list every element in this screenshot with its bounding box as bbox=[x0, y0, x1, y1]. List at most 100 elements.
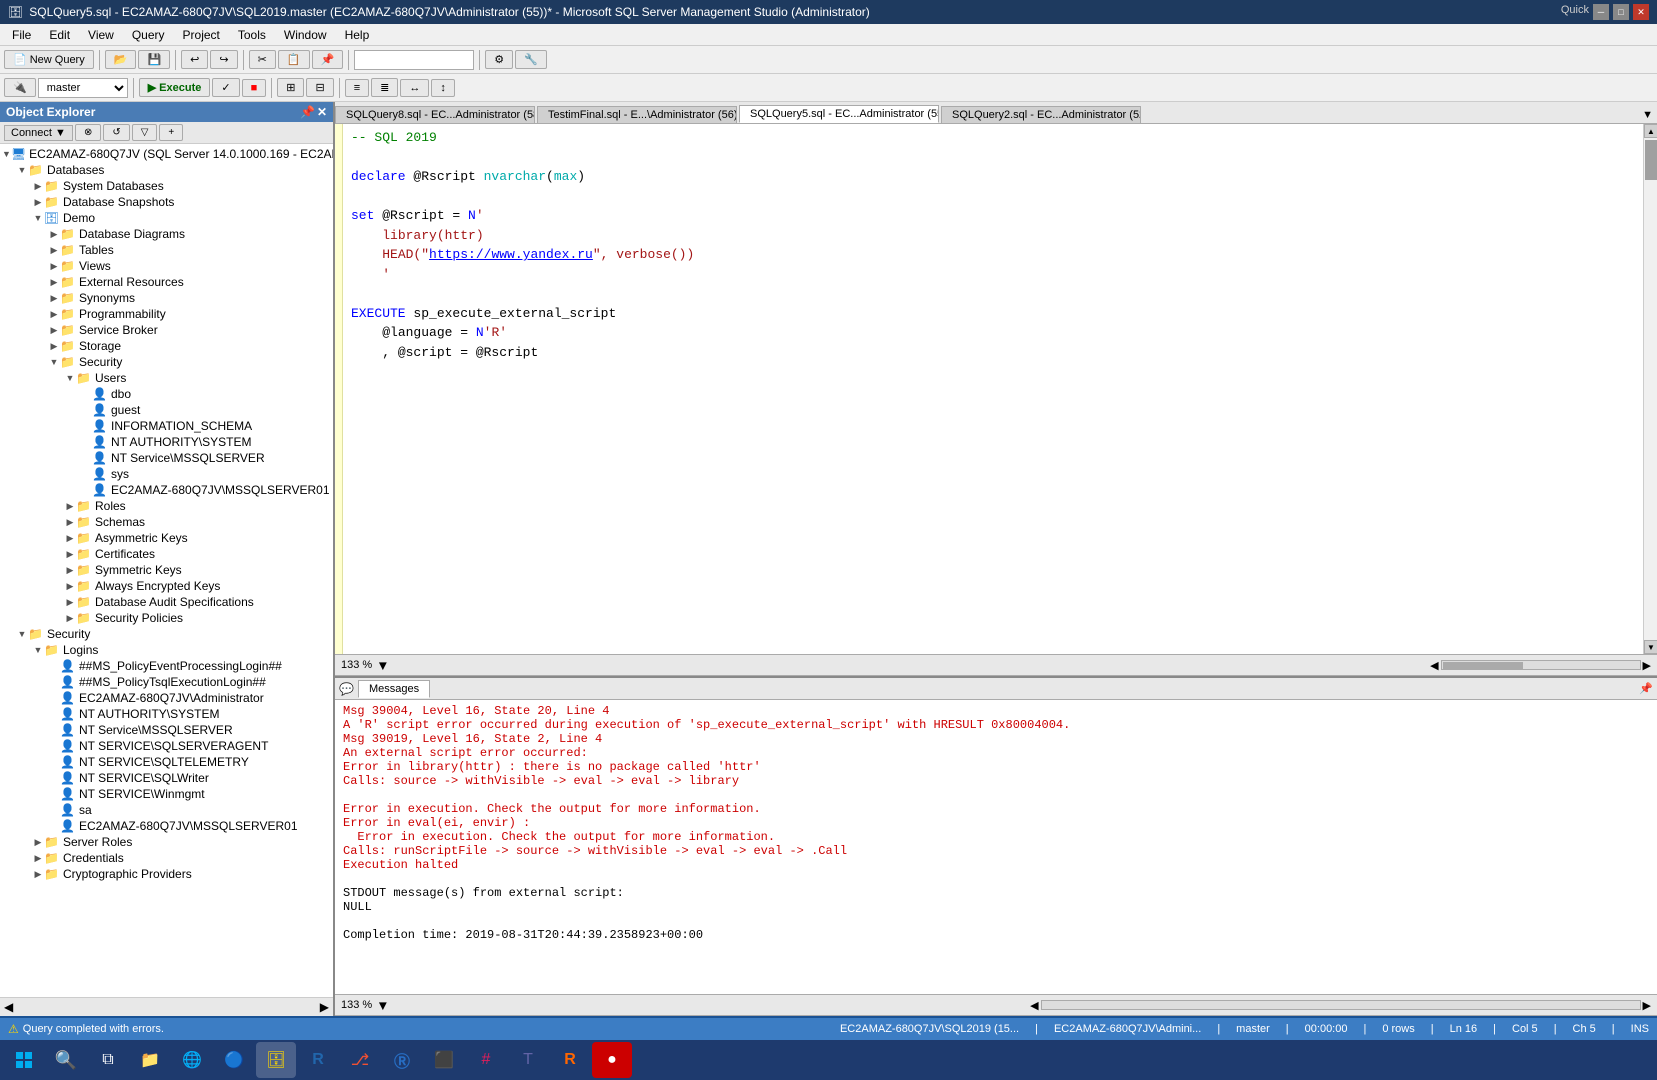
tab-testim[interactable]: TestimFinal.sql - E...\Administrator (56… bbox=[537, 106, 737, 123]
oe-nav-right[interactable]: ▶ bbox=[320, 1000, 329, 1014]
zoom2-dropdown-btn[interactable]: ▼ bbox=[376, 998, 389, 1013]
scroll-thumb[interactable] bbox=[1645, 140, 1657, 180]
taskbar-edge-btn[interactable]: 🌐 bbox=[172, 1042, 212, 1078]
tree-node-login-ms-policy[interactable]: ▶ 👤 ##MS_PolicyEventProcessingLogin## bbox=[0, 658, 333, 674]
expand-server[interactable]: ▼ bbox=[2, 149, 11, 159]
taskbar-r-console-btn[interactable]: R bbox=[298, 1042, 338, 1078]
tree-node-asymmetric-keys[interactable]: ▶ 📁 Asymmetric Keys bbox=[0, 530, 333, 546]
menu-edit[interactable]: Edit bbox=[41, 26, 78, 44]
taskbar-explorer-btn[interactable]: 📁 bbox=[130, 1042, 170, 1078]
horiz-scroll2[interactable]: ◀ ▶ bbox=[1030, 999, 1651, 1012]
taskbar-red-btn[interactable]: ● bbox=[592, 1042, 632, 1078]
tree-node-login-ec2-admin[interactable]: ▶ 👤 EC2AMAZ-680Q7JV\Administrator bbox=[0, 690, 333, 706]
tree-node-logins[interactable]: ▼ 📁 Logins bbox=[0, 642, 333, 658]
misc-btn2[interactable]: 🔧 bbox=[515, 50, 547, 69]
expand-views[interactable]: ▶ bbox=[48, 261, 60, 272]
expand-service-broker[interactable]: ▶ bbox=[48, 325, 60, 336]
tree-node-login-sqlserveragent[interactable]: ▶ 👤 NT SERVICE\SQLSERVERAGENT bbox=[0, 738, 333, 754]
horiz-scroll-right[interactable]: ▶ bbox=[1643, 659, 1651, 672]
expand-system-dbs[interactable]: ▶ bbox=[32, 181, 44, 192]
taskbar-rlang-btn[interactable]: Ⓡ bbox=[382, 1042, 422, 1078]
tree-node-db-snapshots[interactable]: ▶ 📁 Database Snapshots bbox=[0, 194, 333, 210]
tree-node-server-security[interactable]: ▼ 📁 Security bbox=[0, 626, 333, 642]
expand-demo-security[interactable]: ▼ bbox=[48, 357, 60, 367]
tree-node-views[interactable]: ▶ 📁 Views bbox=[0, 258, 333, 274]
tree-node-cryptographic[interactable]: ▶ 📁 Cryptographic Providers bbox=[0, 866, 333, 882]
taskbar-search-btn[interactable]: 🔍 bbox=[46, 1042, 86, 1078]
tree-node-server[interactable]: ▼ 🖥 EC2AMAZ-680Q7JV (SQL Server 14.0.100… bbox=[0, 146, 333, 162]
oe-nav-left[interactable]: ◀ bbox=[4, 1000, 13, 1014]
menu-window[interactable]: Window bbox=[276, 26, 335, 44]
tree-node-db-diagrams[interactable]: ▶ 📁 Database Diagrams bbox=[0, 226, 333, 242]
menu-file[interactable]: File bbox=[4, 26, 39, 44]
tree-node-tables[interactable]: ▶ 📁 Tables bbox=[0, 242, 333, 258]
expand-db-snapshots[interactable]: ▶ bbox=[32, 197, 44, 208]
parse-btn[interactable]: ⊞ bbox=[277, 78, 304, 97]
tree-node-server-roles[interactable]: ▶ 📁 Server Roles bbox=[0, 834, 333, 850]
menu-help[interactable]: Help bbox=[337, 26, 378, 44]
zoom-dropdown-btn[interactable]: ▼ bbox=[376, 658, 389, 673]
new-query-btn[interactable]: 📄 New Query bbox=[4, 50, 94, 69]
horiz-scroll-bar[interactable] bbox=[1441, 660, 1641, 670]
expand-synonyms[interactable]: ▶ bbox=[48, 293, 60, 304]
minimize-btn[interactable]: ─ bbox=[1593, 4, 1609, 20]
copy-btn[interactable]: 📋 bbox=[278, 50, 310, 69]
expand-sym-keys[interactable]: ▶ bbox=[64, 565, 76, 576]
tabs-dropdown-btn[interactable]: ▼ bbox=[1638, 107, 1657, 123]
expand-db-diagrams[interactable]: ▶ bbox=[48, 229, 60, 240]
misc2-btn3[interactable]: ↔ bbox=[400, 79, 429, 97]
maximize-btn[interactable]: □ bbox=[1613, 4, 1629, 20]
taskbar-taskview-btn[interactable]: ⧉ bbox=[88, 1042, 128, 1078]
debug-btn[interactable]: ✓ bbox=[212, 78, 239, 97]
oe-filter-btn[interactable]: ▽ bbox=[132, 124, 158, 141]
expand-storage[interactable]: ▶ bbox=[48, 341, 60, 352]
expand-credentials[interactable]: ▶ bbox=[32, 853, 44, 864]
expand-server-roles[interactable]: ▶ bbox=[32, 837, 44, 848]
tree-node-ec2-mssqlserver01[interactable]: ▶ 👤 EC2AMAZ-680Q7JV\MSSQLSERVER01 bbox=[0, 482, 333, 498]
tree-node-login-sqlwriter[interactable]: ▶ 👤 NT SERVICE\SQLWriter bbox=[0, 770, 333, 786]
oe-new-btn[interactable]: + bbox=[159, 124, 183, 141]
taskbar-ssms-btn[interactable]: 🗄 bbox=[256, 1042, 296, 1078]
misc2-btn1[interactable]: ≡ bbox=[345, 79, 369, 97]
tree-node-external-resources[interactable]: ▶ 📁 External Resources bbox=[0, 274, 333, 290]
tree-node-databases[interactable]: ▼ 📁 Databases bbox=[0, 162, 333, 178]
oe-tree[interactable]: ▼ 🖥 EC2AMAZ-680Q7JV (SQL Server 14.0.100… bbox=[0, 144, 333, 997]
tree-node-info-schema[interactable]: ▶ 👤 INFORMATION_SCHEMA bbox=[0, 418, 333, 434]
right-scrollbar[interactable]: ▲ ▼ bbox=[1643, 124, 1657, 654]
tree-node-always-encrypted[interactable]: ▶ 📁 Always Encrypted Keys bbox=[0, 578, 333, 594]
cut-btn[interactable]: ✂ bbox=[249, 50, 276, 69]
tree-node-service-broker[interactable]: ▶ 📁 Service Broker bbox=[0, 322, 333, 338]
tree-node-sys[interactable]: ▶ 👤 sys bbox=[0, 466, 333, 482]
taskbar-rgui-btn[interactable]: R bbox=[550, 1042, 590, 1078]
scroll-track[interactable] bbox=[1644, 138, 1657, 640]
tree-node-login-ms-tsql[interactable]: ▶ 👤 ##MS_PolicyTsqlExecutionLogin## bbox=[0, 674, 333, 690]
scroll-up-arrow[interactable]: ▲ bbox=[1644, 124, 1657, 138]
tree-node-nt-service-mssql[interactable]: ▶ 👤 NT Service\MSSQLSERVER bbox=[0, 450, 333, 466]
expand-logins[interactable]: ▼ bbox=[32, 645, 44, 655]
window-controls[interactable]: Quick ─ □ ✕ bbox=[1561, 4, 1649, 20]
expand-cryptographic[interactable]: ▶ bbox=[32, 869, 44, 880]
save-btn[interactable]: 💾 bbox=[138, 50, 170, 69]
results-content[interactable]: Msg 39004, Level 16, State 20, Line 4 A … bbox=[335, 700, 1657, 994]
expand-ext-resources[interactable]: ▶ bbox=[48, 277, 60, 288]
expand-users[interactable]: ▼ bbox=[64, 373, 76, 383]
horiz-scroll[interactable]: ◀ ▶ bbox=[1430, 659, 1651, 672]
tree-node-db-audit-specs[interactable]: ▶ 📁 Database Audit Specifications bbox=[0, 594, 333, 610]
open-btn[interactable]: 📂 bbox=[105, 50, 137, 69]
taskbar-slack-btn[interactable]: # bbox=[466, 1042, 506, 1078]
results-pin-btn[interactable]: 📌 bbox=[1639, 682, 1653, 695]
tree-node-users[interactable]: ▼ 📁 Users bbox=[0, 370, 333, 386]
expand-server-security[interactable]: ▼ bbox=[16, 629, 28, 639]
expand-always-enc[interactable]: ▶ bbox=[64, 581, 76, 592]
tree-node-storage[interactable]: ▶ 📁 Storage bbox=[0, 338, 333, 354]
expand-demo[interactable]: ▼ bbox=[32, 213, 44, 223]
tree-node-schemas[interactable]: ▶ 📁 Schemas bbox=[0, 514, 333, 530]
expand-asym-keys[interactable]: ▶ bbox=[64, 533, 76, 544]
tree-node-demo-security[interactable]: ▼ 📁 Security bbox=[0, 354, 333, 370]
expand-schemas[interactable]: ▶ bbox=[64, 517, 76, 528]
tree-node-login-winmgmt[interactable]: ▶ 👤 NT SERVICE\Winmgmt bbox=[0, 786, 333, 802]
tree-node-dbo[interactable]: ▶ 👤 dbo bbox=[0, 386, 333, 402]
misc-btn1[interactable]: ⚙ bbox=[485, 50, 513, 69]
menu-tools[interactable]: Tools bbox=[230, 26, 274, 44]
expand-databases[interactable]: ▼ bbox=[16, 165, 28, 175]
